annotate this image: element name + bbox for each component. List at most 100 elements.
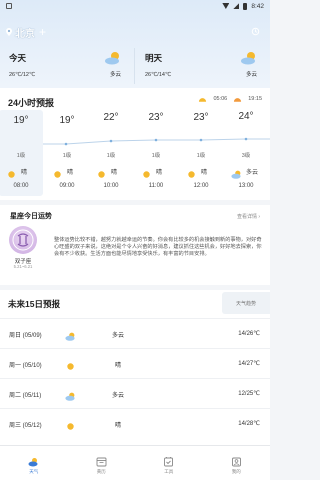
partly-cloudy-icon <box>65 332 75 341</box>
forecast-day: 周三 (05/12) <box>9 423 42 429</box>
partly-cloudy-icon <box>241 52 255 65</box>
forecast-row[interactable]: 周一 (05/10) 晴 14/27℃ <box>0 348 270 378</box>
hour-item[interactable]: 23° 1级晴 12:00 <box>179 110 223 196</box>
gemini-icon <box>12 229 34 251</box>
city-name[interactable]: 北京 <box>15 25 35 40</box>
nav-weather[interactable]: 天气 <box>0 446 68 480</box>
hour-time: 08:00 <box>13 183 29 189</box>
forecast-temp: 14/27℃ <box>238 361 260 367</box>
hour-time: 10:00 <box>103 183 119 189</box>
nav-profile[interactable]: 我的 <box>203 446 271 480</box>
today-temp: 26℃/12℃ <box>9 72 36 78</box>
hour-wind: 3级 <box>241 153 251 159</box>
hour-temp: 22° <box>103 112 119 123</box>
forecast-condition: 多云 <box>111 333 124 339</box>
partly-cloudy-icon <box>65 392 75 401</box>
hourly-list: 19° 1级晴 08:00 19° 1级晴 09:00 22° 1级晴 10:00 23° 1级晴 1… <box>0 110 270 196</box>
horoscope-details-link[interactable]: 查看详情 › <box>237 213 260 220</box>
hour-item[interactable]: 24° 3级多云 13:00 <box>224 110 268 196</box>
sun-icon <box>188 171 195 178</box>
today-card[interactable]: 今天 26℃/12℃ 多云 <box>0 48 134 84</box>
hour-item[interactable]: 19° 1级晴 09:00 <box>45 110 89 196</box>
forecast-condition: 晴 <box>114 363 121 369</box>
forecast-row[interactable]: 周二 (05/11) 多云 12/25℃ <box>0 378 270 408</box>
hour-wind: 1级 <box>151 153 161 159</box>
weather-trend-button[interactable]: 天气趋势 <box>222 292 270 314</box>
almanac-icon <box>96 457 107 467</box>
hour-wind: 1级 <box>16 153 26 159</box>
hour-condition: 晴 <box>21 170 28 176</box>
sun-icon <box>143 171 150 178</box>
hour-time: 12:00 <box>193 183 209 189</box>
refresh-icon[interactable] <box>251 27 260 36</box>
gemini-avatar[interactable] <box>9 226 37 254</box>
hour-temp: 23° <box>193 112 209 123</box>
forecast-temp: 14/26℃ <box>238 331 260 337</box>
hour-wind: 1级 <box>196 153 206 159</box>
add-city-button[interactable]: + <box>39 26 46 38</box>
forecast-day: 周二 (05/11) <box>9 393 42 399</box>
nav-almanac-label: 黄历 <box>96 469 106 474</box>
forecast-title: 未来15日预报 <box>8 299 60 309</box>
forecast-day: 周日 (05/09) <box>9 333 42 339</box>
sunrise-icon <box>199 97 207 102</box>
hourly-title: 24小时预报 <box>8 98 55 108</box>
horoscope-text: 整体运势比较不错，越努力就越幸运的节奏。你会有比较多的机会接触到新的事物，对好奇… <box>54 237 262 257</box>
nav-tools[interactable]: 工具 <box>135 446 203 480</box>
hour-condition: 晴 <box>156 170 163 176</box>
hour-condition: 晴 <box>67 170 74 176</box>
partly-cloudy-icon <box>231 170 241 179</box>
zodiac-dates: 5.21~6.21 <box>13 264 33 269</box>
sun-icon <box>98 171 105 178</box>
hour-item[interactable]: 19° 1级晴 08:00 <box>0 110 43 196</box>
hour-item[interactable]: 23° 1级晴 11:00 <box>134 110 178 196</box>
hour-wind: 1级 <box>106 153 116 159</box>
tomorrow-temp: 26℃/14℃ <box>145 72 172 78</box>
bottom-navigation: 天气 黄历 工具 我的 <box>0 445 270 480</box>
tools-icon <box>164 457 174 467</box>
hour-condition: 多云 <box>246 170 259 176</box>
sun-icon <box>67 423 74 430</box>
forecast-condition: 晴 <box>114 423 121 429</box>
weather-icon <box>28 458 38 467</box>
tomorrow-condition: 多云 <box>245 72 257 78</box>
partly-cloudy-icon <box>105 52 119 65</box>
forecast-temp: 12/25℃ <box>238 391 260 397</box>
sunset-time: 19:15 <box>248 96 262 102</box>
sun-times: 05:06 19:15 <box>198 96 262 102</box>
hour-condition: 晴 <box>201 170 208 176</box>
sunrise-time: 05:06 <box>213 96 228 102</box>
location-pin-icon <box>6 28 12 36</box>
today-condition: 多云 <box>109 72 121 78</box>
battery-icon <box>243 2 248 10</box>
hour-temp: 24° <box>238 111 254 122</box>
hour-temp: 19° <box>59 115 75 126</box>
hour-time: 13:00 <box>238 183 254 189</box>
signal-icon <box>233 3 240 9</box>
today-tomorrow-cards: 今天 26℃/12℃ 多云 明天 26℃/14℃ 多云 <box>0 48 270 84</box>
wifi-icon <box>222 3 230 9</box>
sun-icon <box>67 363 74 370</box>
fifteen-day-forecast-section: 未来15日预报 天气趋势 周日 (05/09) 多云 14/26℃ 周一 (05/10… <box>0 290 270 445</box>
location-bar: 北京 + <box>6 24 264 40</box>
sun-icon <box>54 171 61 178</box>
horoscope-title: 星座今日运势 <box>10 213 52 220</box>
nav-profile-label: 我的 <box>231 469 241 474</box>
forecast-day: 周一 (05/10) <box>9 363 42 369</box>
sun-icon <box>8 171 15 178</box>
hour-temp: 23° <box>148 112 164 123</box>
android-status-icon <box>6 3 12 9</box>
forecast-temp: 14/28℃ <box>238 421 260 427</box>
horoscope-section: 星座今日运势 查看详情 › 双子座 5.21~6.21 整体运势比较不错，越努力… <box>0 205 270 285</box>
nav-tools-label: 工具 <box>164 469 174 474</box>
forecast-row[interactable]: 周日 (05/09) 多云 14/26℃ <box>0 318 270 348</box>
status-bar: 8:42 <box>0 0 270 12</box>
hour-time: 11:00 <box>148 183 164 189</box>
forecast-row[interactable]: 周三 (05/12) 晴 14/28℃ <box>0 408 270 438</box>
nav-almanac[interactable]: 黄历 <box>68 446 136 480</box>
tomorrow-card[interactable]: 明天 26℃/14℃ 多云 <box>134 48 270 84</box>
hour-item[interactable]: 22° 1级晴 10:00 <box>89 110 133 196</box>
nav-weather-label: 天气 <box>29 469 39 474</box>
hour-time: 09:00 <box>59 183 75 189</box>
forecast-condition: 多云 <box>111 393 124 399</box>
